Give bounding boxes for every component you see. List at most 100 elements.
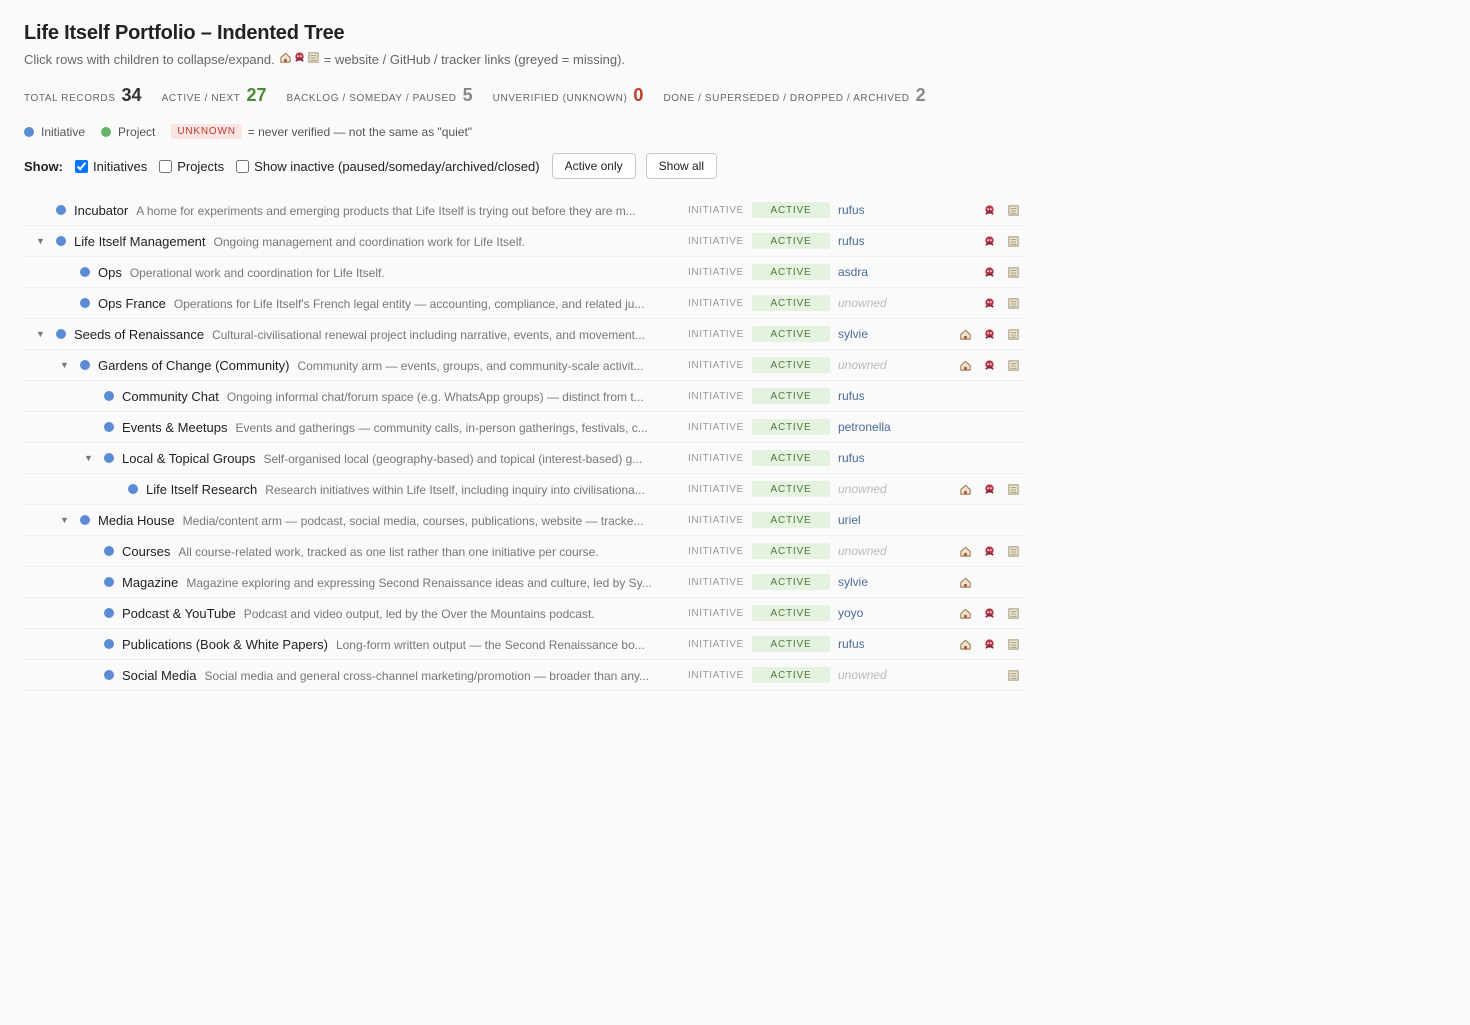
row-name: Ops <box>98 264 122 280</box>
row-type: INITIATIVE <box>688 452 744 464</box>
row-description: Research initiatives within Life Itself,… <box>265 482 645 497</box>
github-octocat-icon[interactable] <box>982 296 996 310</box>
row-owner: unowned <box>838 482 887 496</box>
github-octocat-icon[interactable] <box>982 265 996 279</box>
tree-row[interactable]: ▼ Life Itself Management Ongoing managemen… <box>24 226 1024 257</box>
github-octocat-icon[interactable] <box>982 358 996 372</box>
row-name: Community Chat <box>122 388 219 404</box>
tree-row[interactable]: ▼ Local & Topical Groups Self-organised lo… <box>24 443 1024 474</box>
inactive-checkbox-label[interactable]: Show inactive (paused/someday/archived/c… <box>236 159 540 174</box>
stats-bar: Total records 34 Active / Next 27 Backlog … <box>24 85 1446 106</box>
row-links <box>958 481 1022 497</box>
github-octocat-icon[interactable] <box>982 327 996 341</box>
tracker-ledger-icon[interactable] <box>1006 327 1020 341</box>
tree-row[interactable]: ▼ Seeds of Renaissance Cultural-civilisati… <box>24 319 1024 350</box>
row-type: INITIATIVE <box>688 297 744 309</box>
tree-row[interactable]: ▼ Media House Media/content arm — podcast,… <box>24 505 1024 536</box>
tracker-ledger-icon[interactable] <box>1006 358 1020 372</box>
show-inactive-checkbox[interactable] <box>236 159 250 173</box>
projects-checkbox[interactable] <box>159 159 173 173</box>
github-octocat-icon[interactable] <box>982 482 996 496</box>
initiative-dot-icon <box>80 360 90 370</box>
row-description: Ongoing informal chat/forum space (e.g. … <box>226 389 644 404</box>
tree-row: Social Media Social media and general cro… <box>24 660 1024 691</box>
website-house-icon[interactable] <box>958 358 972 372</box>
website-house-icon[interactable] <box>958 482 972 496</box>
row-links <box>958 667 1022 683</box>
status-badge: ACTIVE <box>752 543 830 559</box>
subtitle-legend: = website / GitHub / tracker links (grey… <box>323 51 626 67</box>
status-badge: ACTIVE <box>752 357 830 373</box>
row-name: Seeds of Renaissance <box>74 326 205 342</box>
status-badge: ACTIVE <box>752 450 830 466</box>
github-octocat-icon[interactable] <box>982 544 996 558</box>
tree-row[interactable]: ▼ Gardens of Change (Community) Community … <box>24 350 1024 381</box>
website-house-icon[interactable] <box>958 637 972 651</box>
initiative-dot-icon <box>104 577 114 587</box>
initiatives-checkbox[interactable] <box>75 159 88 173</box>
tracker-ledger-icon[interactable] <box>1006 606 1020 620</box>
github-octocat-icon[interactable] <box>982 234 996 248</box>
row-name: Local & Topical Groups <box>122 450 256 466</box>
website-house-icon[interactable] <box>958 544 972 558</box>
row-description: Ongoing management and coordination work… <box>213 234 526 249</box>
website-house-icon[interactable] <box>958 575 972 589</box>
tracker-ledger-icon[interactable] <box>1006 637 1020 651</box>
project-dot-icon <box>101 126 112 137</box>
github-octocat-icon[interactable] <box>982 606 996 620</box>
collapse-toggle-icon[interactable]: ▼ <box>36 329 46 339</box>
status-badge: ACTIVE <box>752 295 830 311</box>
stat-active: Active / Next 27 <box>161 85 267 105</box>
status-badge: ACTIVE <box>752 667 830 683</box>
row-description: Long-form written output — the Second Re… <box>335 637 645 652</box>
tracker-ledger-icon[interactable] <box>1006 265 1020 279</box>
initiative-dot-icon <box>104 670 114 680</box>
house-icon <box>279 51 292 67</box>
row-links <box>958 295 1022 311</box>
row-description: Self-organised local (geography-based) a… <box>263 451 643 466</box>
row-type: INITIATIVE <box>688 607 744 619</box>
row-links <box>958 450 1022 466</box>
row-name: Publications (Book & White Papers) <box>122 636 328 652</box>
status-badge: ACTIVE <box>752 264 830 280</box>
active-only-button[interactable]: Active only <box>551 153 636 179</box>
show-all-button[interactable]: Show all <box>645 153 717 179</box>
row-owner: rufus <box>838 389 865 403</box>
tracker-ledger-icon[interactable] <box>1006 234 1020 248</box>
projects-checkbox-label[interactable]: Projects <box>159 159 224 174</box>
github-octocat-icon[interactable] <box>982 637 996 651</box>
collapse-toggle-icon[interactable]: ▼ <box>60 515 70 525</box>
tracker-ledger-icon[interactable] <box>1006 203 1020 217</box>
collapse-toggle-icon[interactable]: ▼ <box>84 453 94 463</box>
github-octocat-icon[interactable] <box>982 203 996 217</box>
octocat-icon <box>293 51 306 67</box>
website-house-icon[interactable] <box>958 606 972 620</box>
initiative-dot-icon <box>56 205 66 215</box>
row-name: Life Itself Management <box>74 233 206 249</box>
tracker-ledger-icon[interactable] <box>1006 482 1020 496</box>
row-links <box>958 605 1022 621</box>
row-links <box>958 202 1022 218</box>
tree-row: Publications (Book & White Papers) Long-f… <box>24 629 1024 660</box>
collapse-toggle-icon[interactable]: ▼ <box>60 360 70 370</box>
tracker-ledger-icon[interactable] <box>1006 544 1020 558</box>
row-owner: unowned <box>838 668 887 682</box>
stat-done: Done / Superseded / Dropped / Archived 2 <box>663 85 926 105</box>
tracker-ledger-icon[interactable] <box>1006 296 1020 310</box>
website-house-icon[interactable] <box>958 327 972 341</box>
initiative-dot-icon <box>128 484 138 494</box>
row-links <box>958 574 1022 590</box>
collapse-toggle-icon[interactable]: ▼ <box>36 236 46 246</box>
status-badge: ACTIVE <box>752 481 830 497</box>
row-links <box>958 636 1022 652</box>
initiatives-checkbox-label[interactable]: Initiatives <box>75 159 147 174</box>
row-owner: yoyo <box>838 606 864 620</box>
tracker-ledger-icon[interactable] <box>1006 668 1020 682</box>
status-badge: ACTIVE <box>752 636 830 652</box>
row-type: INITIATIVE <box>688 483 744 495</box>
row-links <box>958 512 1022 528</box>
status-badge: ACTIVE <box>752 388 830 404</box>
initiative-dot-icon <box>56 329 66 339</box>
stat-backlog: Backlog / Someday / Paused 5 <box>286 85 473 105</box>
row-owner: unowned <box>838 358 887 372</box>
